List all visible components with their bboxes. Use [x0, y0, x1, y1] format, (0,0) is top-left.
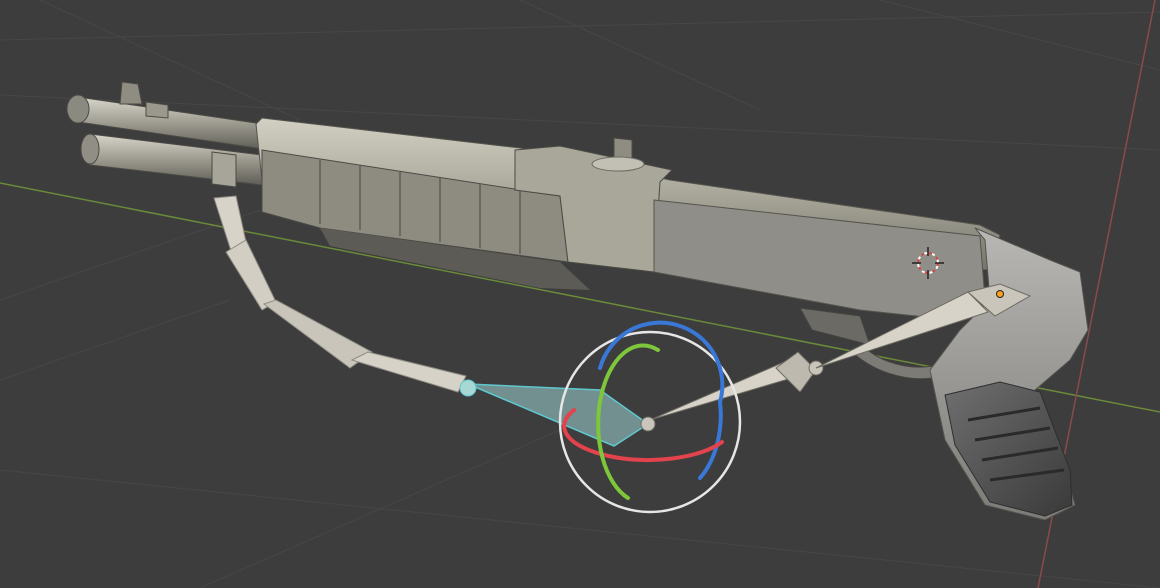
lower-tube-muzzle	[80, 133, 100, 165]
barrel-band	[145, 101, 169, 119]
3d-viewport[interactable]	[0, 0, 1160, 588]
rear-sight-ring	[591, 156, 645, 172]
bone-selected[interactable]	[467, 383, 650, 447]
front-sight	[119, 81, 143, 105]
bone-root-joint[interactable]	[640, 416, 656, 432]
viewport-scene[interactable]	[0, 0, 1160, 588]
origin-dot-icon	[996, 290, 1004, 298]
bone-2[interactable]	[225, 239, 277, 311]
tube-clamp	[211, 151, 237, 188]
bone-4[interactable]	[350, 351, 467, 393]
trigger-guard	[799, 307, 871, 346]
bone-joint-selected[interactable]	[459, 379, 477, 397]
shotgun-model[interactable]	[66, 81, 1089, 521]
upper-barrel-muzzle	[66, 94, 90, 124]
